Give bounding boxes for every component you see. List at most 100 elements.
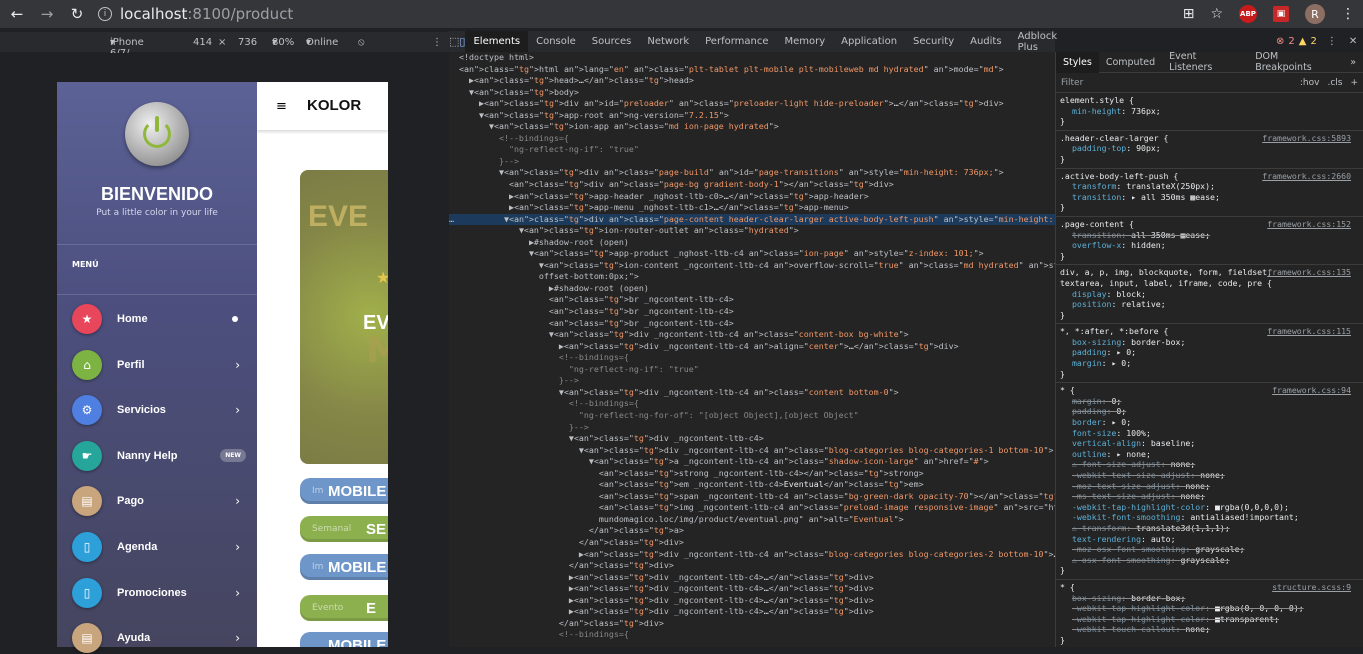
dom-node-line[interactable]: <an">class="tg">span _ngcontent-ltb-c4 a… xyxy=(449,491,1055,503)
styles-tab-styles[interactable]: Styles xyxy=(1056,52,1099,73)
product-card[interactable]: EVE ★ EV M xyxy=(300,170,388,464)
dom-node-line[interactable]: ▶<an">class="tg">div _ngcontent-ltb-c4>…… xyxy=(449,595,1055,607)
dom-node-line[interactable]: <an">class="tg">strong _ngcontent-ltb-c4… xyxy=(449,468,1055,480)
back-icon[interactable]: ← xyxy=(4,1,30,27)
info-icon[interactable]: i xyxy=(98,7,112,21)
dom-node-line[interactable]: ▶<an">class="tg">div _ngcontent-ltb-c4>…… xyxy=(449,606,1055,618)
dom-node-line[interactable]: <!--bindings={ xyxy=(449,133,1055,145)
dom-node-line[interactable]: <!doctype html> xyxy=(449,52,1055,64)
dom-node-line[interactable]: <!--bindings={ xyxy=(449,629,1055,641)
dom-node-line[interactable]: ▼<an">class="tg">ion-app an">class="md i… xyxy=(449,121,1055,133)
css-property[interactable]: outline: ▸ none; xyxy=(1060,449,1359,460)
dom-node-line[interactable]: ▼<an">class="tg">a _ngcontent-ltb-c4 an"… xyxy=(449,456,1055,468)
zoom-select[interactable]: 80% ▾ xyxy=(272,37,294,48)
dom-node-line[interactable]: ▼<an">class="tg">div _ngcontent-ltb-c4 a… xyxy=(449,387,1055,399)
category-pill[interactable]: Im MOBILE xyxy=(300,554,388,580)
tab-performance[interactable]: Performance xyxy=(697,31,776,52)
css-property[interactable]: -webkit-touch-callout: none; xyxy=(1060,624,1359,635)
dom-node-line[interactable]: ▼<an">class="tg">app-root an">ng-version… xyxy=(449,110,1055,122)
tab-network[interactable]: Network xyxy=(639,31,697,52)
styles-tab-dom-breakpoints[interactable]: DOM Breakpoints xyxy=(1248,52,1343,73)
tab-application[interactable]: Application xyxy=(833,31,905,52)
css-property[interactable]: border: ▸ 0; xyxy=(1060,417,1359,428)
dom-node-line[interactable]: ▼<an">class="tg">div _ngcontent-ltb-c4> xyxy=(449,433,1055,445)
dom-node-line[interactable]: ▶<an">class="tg">div _ngcontent-ltb-c4>…… xyxy=(449,583,1055,595)
menu-item-servicios[interactable]: ⚙ Servicios › xyxy=(72,394,252,426)
css-source-link[interactable]: framework.css:152 xyxy=(1267,219,1351,230)
css-source-link[interactable]: structure.scss:9 xyxy=(1272,582,1351,593)
dom-node-line[interactable]: }--> xyxy=(449,375,1055,387)
css-property[interactable]: font-size: 100%; xyxy=(1060,428,1359,439)
css-property[interactable]: padding-top: 90px; xyxy=(1060,143,1359,154)
css-source-link[interactable]: framework.css:135 xyxy=(1267,267,1351,278)
tab-security[interactable]: Security xyxy=(905,31,962,52)
menu-item-nanny-help[interactable]: ☛ Nanny Help NEW xyxy=(72,440,252,472)
dom-node-line[interactable]: ▶<an">class="tg">div _ngcontent-ltb-c4 a… xyxy=(449,549,1055,561)
css-rule[interactable]: *, *:after, *:before {framework.css:115 b… xyxy=(1056,324,1363,384)
dom-node-line[interactable]: <an">class="tg">br _ngcontent-ltb-c4> xyxy=(449,318,1055,330)
dom-node-line[interactable]: <an">class="tg">div an">class="page-bg g… xyxy=(449,179,1055,191)
menu-item-pago[interactable]: ▤ Pago › xyxy=(72,485,252,517)
dom-node-line[interactable]: }--> xyxy=(449,156,1055,168)
css-property[interactable]: margin: ▸ 0; xyxy=(1060,358,1359,369)
category-pill[interactable]: Evento E xyxy=(300,595,388,621)
menu-item-home[interactable]: ★ Home xyxy=(72,303,252,335)
styles-tab-computed[interactable]: Computed xyxy=(1099,52,1162,73)
dom-node-line[interactable]: <an">class="tg">em _ngcontent-ltb-c4>Eve… xyxy=(449,479,1055,491)
tab-sources[interactable]: Sources xyxy=(584,31,640,52)
console-status[interactable]: ⊗ 2 ▲ 2 ⋮ ✕ xyxy=(1276,36,1357,47)
css-property[interactable]: transition: ▸ all 350ms ▩ease; xyxy=(1060,192,1359,203)
css-property[interactable]: padding: 0; xyxy=(1060,406,1359,417)
dom-node-line[interactable]: ▼<an">class="tg">ion-router-outlet an">c… xyxy=(449,225,1055,237)
css-property[interactable]: ⚠ font-size-adjust: none; xyxy=(1060,459,1359,470)
tab-console[interactable]: Console xyxy=(528,31,584,52)
dom-node-line[interactable]: }--> xyxy=(449,422,1055,434)
dom-node-line[interactable]: mundomagico.loc/img/product/eventual.png… xyxy=(449,514,1055,526)
network-select[interactable]: Online ▾ xyxy=(306,37,338,48)
dom-node-line[interactable]: ▼<an">class="tg">app-product _nghost-ltb… xyxy=(449,248,1055,260)
dom-node-line[interactable]: <an">class="tg">html an">lang="en" an">c… xyxy=(449,64,1055,76)
css-property[interactable]: -webkit-font-smoothing: antialiased!impo… xyxy=(1060,512,1359,523)
css-property[interactable]: box-sizing: border-box; xyxy=(1060,337,1359,348)
css-property[interactable]: display: block; xyxy=(1060,289,1359,300)
reload-icon[interactable]: ↻ xyxy=(64,1,90,27)
css-rule[interactable]: div, a, p, img, blockquote, form, fields… xyxy=(1056,265,1363,325)
dom-node-line[interactable]: ▼<an">class="tg">div _ngcontent-ltb-c4 a… xyxy=(449,445,1055,457)
translate-icon[interactable]: ⊞ xyxy=(1183,6,1195,22)
filter-input[interactable]: Filter xyxy=(1061,78,1083,88)
viewport-width[interactable]: 414 xyxy=(193,37,212,48)
dom-node-line[interactable]: ▶<an">class="tg">app-menu _nghost-ltb-c1… xyxy=(449,202,1055,214)
dom-node-line[interactable]: </an">class="tg">div> xyxy=(449,537,1055,549)
menu-kebab-icon[interactable]: ⋮ xyxy=(1341,6,1355,22)
css-property[interactable]: margin: 0; xyxy=(1060,396,1359,407)
dom-node-line[interactable]: </an">class="tg">div> xyxy=(449,618,1055,630)
forward-icon[interactable]: → xyxy=(34,1,60,27)
css-property[interactable]: vertical-align: baseline; xyxy=(1060,438,1359,449)
extension-icon[interactable]: ▣ xyxy=(1273,6,1289,22)
tab-audits[interactable]: Audits xyxy=(962,31,1009,52)
dom-node-line[interactable]: <an">class="tg">img _ngcontent-ltb-c4 an… xyxy=(449,502,1055,514)
category-pill[interactable]: Semanal SE xyxy=(300,516,388,542)
dom-node-line[interactable]: … ▼<an">class="tg">div an">class="page-c… xyxy=(449,213,1055,226)
css-property[interactable]: overflow-x: hidden; xyxy=(1060,240,1359,251)
dom-node-line[interactable]: offset-bottom:0px;"> xyxy=(449,271,1055,283)
dom-node-line[interactable]: "ng-reflect-ng-if": "true" xyxy=(449,144,1055,156)
menu-item-agenda[interactable]: ▯ Agenda › xyxy=(72,531,252,563)
close-devtools-icon[interactable]: ✕ xyxy=(1349,36,1357,47)
tab-adblock-plus[interactable]: Adblock Plus xyxy=(1010,31,1066,53)
dom-node-line[interactable]: <an">class="tg">br _ngcontent-ltb-c4> xyxy=(449,294,1055,306)
css-property[interactable]: -webkit-text-size-adjust: none; xyxy=(1060,470,1359,481)
hamburger-icon[interactable]: ≡ xyxy=(276,99,287,114)
dom-node-line[interactable]: ▶<an">class="tg">app-header _nghost-ltb-… xyxy=(449,191,1055,203)
css-rule[interactable]: .page-content {framework.css:152 transiti… xyxy=(1056,217,1363,266)
css-rule[interactable]: * {framework.css:94 margin: 0; padding: 0;… xyxy=(1056,383,1363,580)
dom-node-line[interactable]: <an">class="tg">br _ngcontent-ltb-c4> xyxy=(449,306,1055,318)
dom-node-line[interactable]: ▶#shadow-root (open) xyxy=(449,283,1055,295)
css-property[interactable]: text-rendering: auto; xyxy=(1060,534,1359,545)
css-property[interactable]: min-height: 736px; xyxy=(1060,106,1359,117)
css-source-link[interactable]: framework.css:2660 xyxy=(1262,171,1351,182)
bookmark-star-icon[interactable]: ☆ xyxy=(1210,6,1223,22)
rotate-icon[interactable]: ⦸ xyxy=(358,37,365,48)
dom-node-line[interactable]: "ng-reflect-ng-for-of": "[object Object]… xyxy=(449,410,1055,422)
styles-tab-more[interactable]: » xyxy=(1343,52,1363,73)
